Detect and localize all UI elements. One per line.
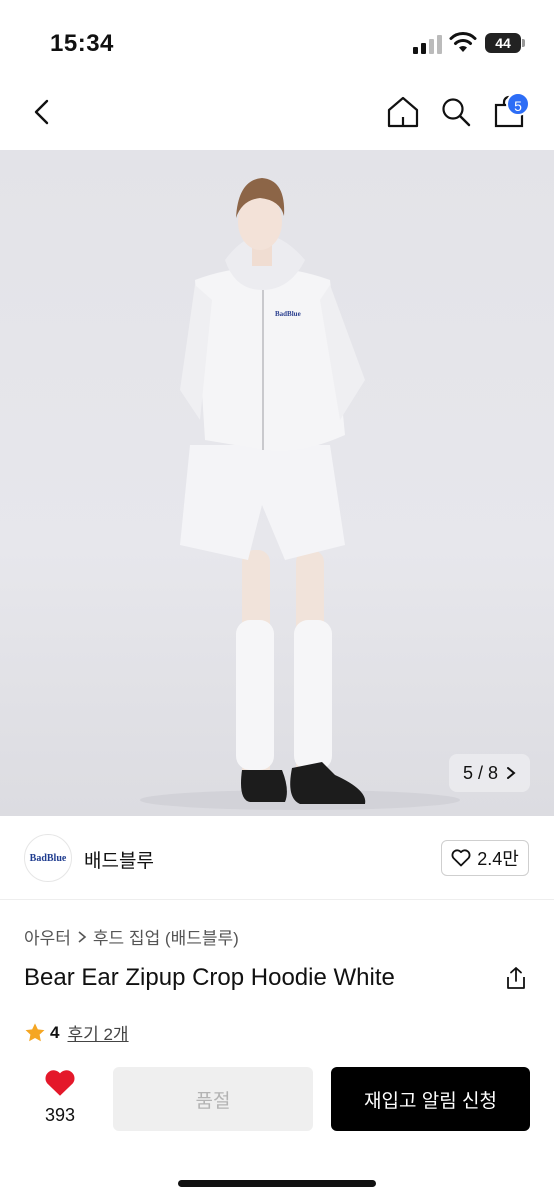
brand-logo-text: BadBlue	[29, 852, 67, 864]
wishlist-button[interactable]: 393	[30, 1068, 90, 1132]
product-title: Bear Ear Zipup Crop Hoodie White	[24, 964, 395, 991]
home-button[interactable]	[383, 92, 423, 132]
share-button[interactable]	[500, 962, 532, 994]
star-icon	[25, 1022, 45, 1041]
restock-alert-button[interactable]: 재입고 알림 신청	[331, 1067, 530, 1131]
breadcrumb-hood-zipup[interactable]: 후드 집업 (배드블루)	[93, 924, 239, 949]
review-link[interactable]: 후기 2개	[67, 1020, 128, 1045]
battery-indicator: 44	[485, 33, 525, 53]
share-icon	[507, 967, 525, 989]
back-icon	[34, 99, 49, 125]
rating-value: 4	[50, 1022, 60, 1042]
chevron-right-icon	[507, 767, 516, 779]
battery-cap	[522, 39, 525, 47]
heart-outline-icon	[451, 849, 471, 867]
product-image[interactable]: BadBlue 5 / 8	[0, 150, 554, 816]
brand-like-count: 2.4만	[477, 849, 519, 869]
status-bar: 15:34 44	[0, 0, 554, 86]
top-nav	[0, 86, 554, 150]
back-button[interactable]	[22, 92, 62, 132]
search-icon	[442, 98, 471, 127]
cart-count-badge: 5	[506, 92, 530, 116]
wishlist-count: 393	[44, 1105, 76, 1125]
brand-logo[interactable]: BadBlue	[24, 834, 72, 882]
home-icon	[387, 96, 419, 128]
heart-filled-icon	[45, 1070, 75, 1096]
rating-row: 4 후기 2개	[24, 1020, 129, 1045]
wifi-icon	[449, 32, 477, 52]
image-counter-button[interactable]: 5 / 8	[448, 754, 530, 792]
model-photo: BadBlue	[140, 178, 460, 810]
chevron-right-icon	[78, 930, 87, 943]
battery-level: 44	[485, 33, 521, 53]
search-button[interactable]	[436, 92, 476, 132]
breadcrumb-outer[interactable]: 아우터	[24, 924, 71, 949]
image-counter-text: 5 / 8	[462, 763, 498, 783]
breadcrumb: 아우터 후드 집업 (배드블루)	[24, 924, 239, 949]
brand-row: BadBlue 배드블루 2.4만	[0, 816, 554, 900]
sold-out-button: 품절	[113, 1067, 313, 1131]
status-time: 15:34	[50, 30, 114, 57]
signal-icon	[413, 35, 442, 54]
home-indicator	[178, 1180, 376, 1187]
svg-text:BadBlue: BadBlue	[275, 310, 301, 318]
brand-name[interactable]: 배드블루	[84, 846, 154, 873]
brand-like-button[interactable]: 2.4만	[441, 840, 529, 876]
